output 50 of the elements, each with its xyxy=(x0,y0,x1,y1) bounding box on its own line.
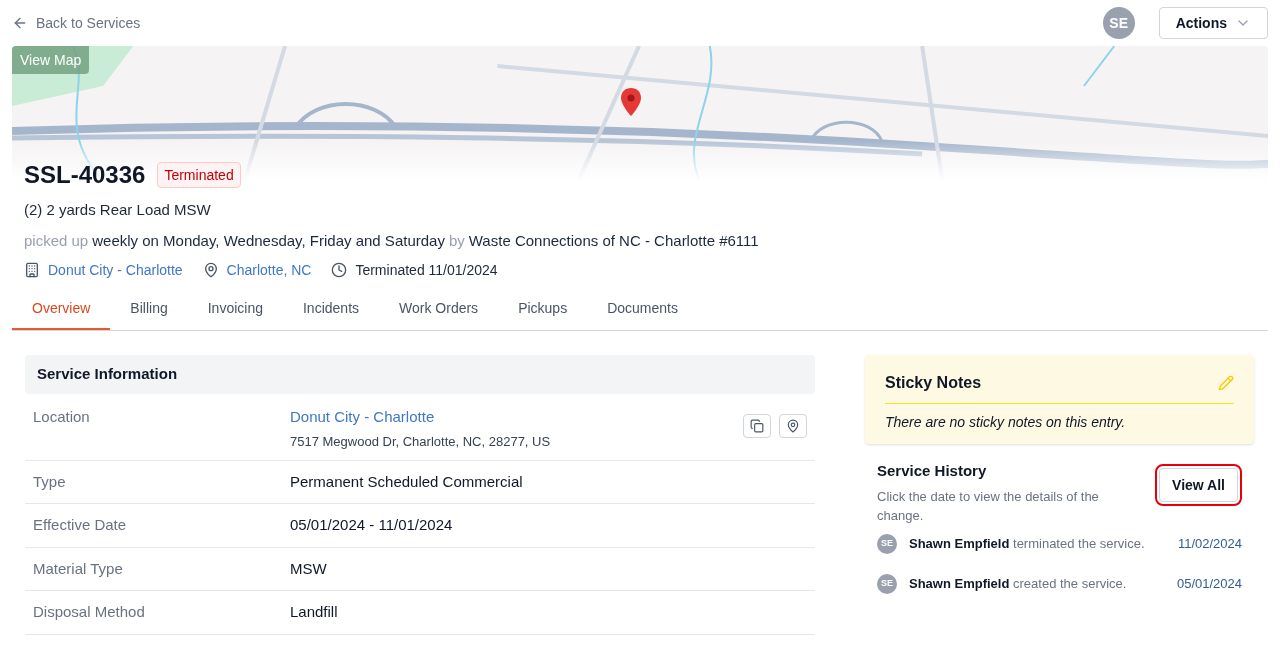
back-link[interactable]: Back to Services xyxy=(12,13,141,33)
schedule-connector-text: picked up xyxy=(24,230,89,251)
service-id-title: SSL-40336 xyxy=(24,160,146,190)
user-avatar: SE xyxy=(877,533,897,554)
schedule-connector-text: by xyxy=(448,230,465,251)
history-date-link[interactable]: 11/02/2024 xyxy=(1177,533,1242,554)
history-entry-text: Shawn Empfield created the service. xyxy=(909,574,1128,593)
meta-link[interactable]: Donut City - Charlotte xyxy=(48,260,183,280)
history-date-link[interactable]: 05/01/2024 xyxy=(1176,573,1242,594)
copy-icon xyxy=(750,418,764,433)
service-history-title: Service History xyxy=(877,461,988,481)
field-value: Permanent Scheduled Commercial xyxy=(290,471,523,492)
schedule-text: Waste Connections of NC - Charlotte #6111 xyxy=(468,230,759,251)
status-badge: Terminated xyxy=(157,162,241,188)
map-pin-button[interactable] xyxy=(779,413,807,438)
tab[interactable]: Pickups xyxy=(498,288,588,330)
field-label: Effective Date xyxy=(33,515,128,535)
tab[interactable]: Billing xyxy=(110,288,188,330)
copy-button[interactable] xyxy=(743,413,771,438)
tab[interactable]: Work Orders xyxy=(379,288,499,330)
field-value: Landfill xyxy=(290,602,338,622)
tab[interactable]: Overview xyxy=(12,288,111,330)
address-text: 7517 Megwood Dr, Charlotte, NC, 28277, US xyxy=(290,433,551,451)
actions-button[interactable]: Actions xyxy=(1158,7,1268,39)
building-icon xyxy=(24,262,40,278)
field-label: Type xyxy=(33,471,67,492)
location-pin-icon xyxy=(202,262,219,278)
field-label: Disposal Method xyxy=(33,602,146,622)
clock-icon xyxy=(331,262,348,278)
empty-notes-text: There are no sticky notes on this entry. xyxy=(885,413,1127,432)
map-pin-icon xyxy=(621,88,641,116)
field-value: MSW xyxy=(290,558,327,579)
history-entry-text: Shawn Empfield terminated the service. xyxy=(909,534,1146,553)
field-label: Location xyxy=(33,406,91,427)
meta-link[interactable]: Charlotte, NC xyxy=(226,260,312,280)
service-history-hint: Click the date to view the details of the change. xyxy=(877,487,1100,525)
view-all-button[interactable]: View All xyxy=(1159,468,1238,502)
service-description: (2) 2 yards Rear Load MSW xyxy=(24,200,212,220)
field-label: Material Type xyxy=(33,558,124,579)
schedule-text: weekly on Monday, Wednesday, Friday and Saturday xyxy=(92,230,445,251)
tab[interactable]: Invoicing xyxy=(187,288,283,330)
tab[interactable]: Documents xyxy=(587,288,698,330)
field-value: 05/01/2024 - 11/01/2024 xyxy=(290,515,453,535)
location-pin-icon xyxy=(786,418,800,433)
location-link[interactable]: Donut City - Charlotte xyxy=(290,405,551,428)
meta-text: Terminated 11/01/2024 xyxy=(355,261,498,280)
sticky-notes-title: Sticky Notes xyxy=(885,373,982,393)
user-avatar: SE xyxy=(877,573,897,594)
tab[interactable]: Incidents xyxy=(283,288,380,330)
section-header: Service Information xyxy=(25,355,815,394)
